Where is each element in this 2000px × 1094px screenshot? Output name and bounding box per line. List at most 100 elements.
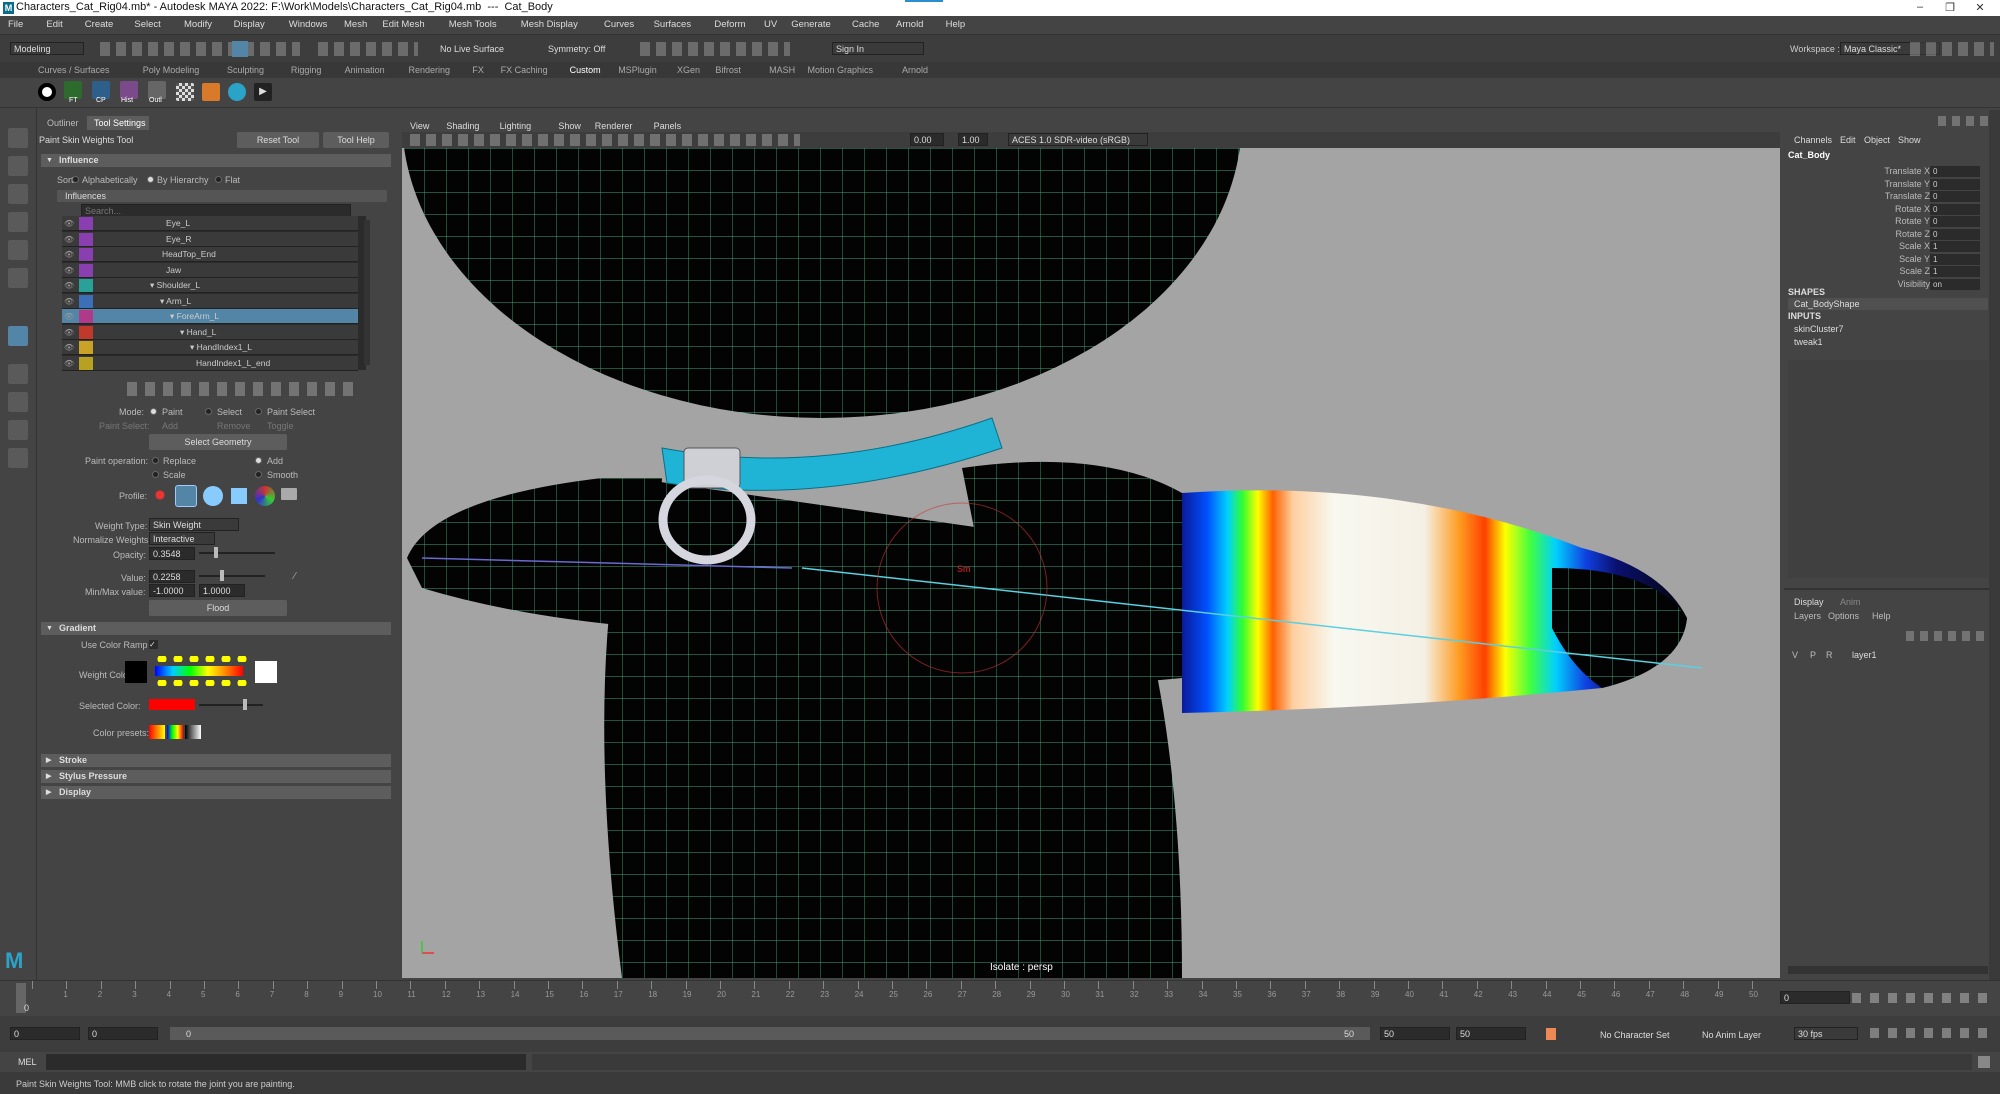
cb-input-tweak[interactable]: tweak1 xyxy=(1794,337,1823,347)
render-icon[interactable] xyxy=(202,83,220,101)
paint-select-icon[interactable] xyxy=(8,184,28,204)
menu-windows[interactable]: Windows xyxy=(289,19,328,30)
influence-row[interactable]: 👁 Eye_L xyxy=(62,216,358,231)
cb-attr-value[interactable]: 0 xyxy=(1930,178,1980,190)
sort-alpha-radio[interactable] xyxy=(72,176,79,183)
range-slider-bar[interactable] xyxy=(170,1027,1370,1040)
viewport-menu-renderer[interactable]: Renderer xyxy=(595,121,633,131)
layer-tab-anim[interactable]: Anim xyxy=(1840,597,1861,607)
time-ticks[interactable]: 1 2 3 4 5 6 7 8 9 10 11 12 13 14 15 16 17 18 19 20 21 22 23 24 2… xyxy=(24,981,1758,1015)
checker-icon[interactable] xyxy=(176,83,194,101)
layer-menu-layers[interactable]: Layers xyxy=(1794,611,1821,621)
stroke-header[interactable]: Stroke xyxy=(41,754,391,767)
tab-outliner[interactable]: Outliner xyxy=(47,118,79,128)
script-editor-icon[interactable] xyxy=(1978,1056,1990,1068)
cb-attr-label[interactable]: Scale Z xyxy=(1899,266,1930,276)
cb-attr-label[interactable]: Visibility xyxy=(1898,279,1930,289)
menu-display[interactable]: Display xyxy=(234,19,265,30)
menu-help[interactable]: Help xyxy=(946,19,966,30)
side-tabs[interactable] xyxy=(1989,110,2000,980)
shelf-tab-rigging[interactable]: Rigging xyxy=(291,65,322,75)
sphere-icon[interactable] xyxy=(228,83,246,101)
range-end2-field[interactable]: 50 xyxy=(1456,1027,1526,1040)
lasso-tool-icon[interactable] xyxy=(8,156,28,176)
cb-attr-label[interactable]: Translate Z xyxy=(1885,191,1930,201)
layout-split-icon[interactable] xyxy=(8,420,28,440)
cb-attr-value[interactable]: 1 xyxy=(1930,266,1980,277)
mel-label[interactable]: MEL xyxy=(18,1057,37,1067)
influence-color-swatch[interactable] xyxy=(79,341,93,354)
mode-paint-select-radio[interactable] xyxy=(255,408,262,415)
influence-scrollbar[interactable] xyxy=(364,220,370,365)
layer-scrollbar[interactable] xyxy=(1788,966,1988,974)
layout-four-icon[interactable] xyxy=(8,392,28,412)
profile-image-icon[interactable] xyxy=(255,486,275,506)
cb-input-skincluster[interactable]: skinCluster7 xyxy=(1794,324,1844,334)
sort-flat-radio[interactable] xyxy=(215,176,222,183)
playback-controls[interactable] xyxy=(1852,993,1996,1003)
range-start-field[interactable]: 0 xyxy=(10,1027,80,1040)
menu-curves[interactable]: Curves xyxy=(604,19,634,30)
op-smooth-radio[interactable] xyxy=(255,471,262,478)
layer-name[interactable]: layer1 xyxy=(1852,650,1877,660)
display-header[interactable]: Display xyxy=(41,786,391,799)
range-icons[interactable] xyxy=(1870,1028,1994,1038)
influence-row[interactable]: 👁 Eye_R xyxy=(62,231,358,247)
menu-cache[interactable]: Cache xyxy=(852,19,879,30)
eye-icon[interactable]: 👁 xyxy=(64,312,74,321)
cb-attr-label[interactable]: Rotate Y xyxy=(1895,216,1930,226)
influence-row[interactable]: 👁 ▾ Shoulder_L xyxy=(62,278,358,293)
menu-file[interactable]: File xyxy=(8,19,23,30)
play-icon[interactable]: ▶ xyxy=(254,83,272,101)
layer-visible-flag[interactable]: V xyxy=(1792,650,1798,660)
minimize-icon[interactable]: – xyxy=(1905,1,1935,13)
influence-color-swatch[interactable] xyxy=(79,325,93,339)
menu-deform[interactable]: Deform xyxy=(714,19,745,30)
mel-input[interactable] xyxy=(46,1054,526,1070)
viewport-menu-panels[interactable]: Panels xyxy=(654,121,682,131)
influence-color-swatch[interactable] xyxy=(79,279,93,292)
eye-icon[interactable]: 👁 xyxy=(64,250,74,259)
tool-help-button[interactable]: Tool Help xyxy=(323,132,389,148)
influence-color-swatch[interactable] xyxy=(79,232,93,246)
profile-solid-icon[interactable] xyxy=(203,486,223,506)
profile-square-icon[interactable] xyxy=(231,488,247,504)
symmetry-dropdown[interactable]: Symmetry: Off xyxy=(548,44,605,54)
anim-layer-dropdown[interactable]: No Anim Layer xyxy=(1702,1030,1761,1040)
shelf-tab-sculpting[interactable]: Sculpting xyxy=(227,65,264,75)
op-replace-radio[interactable] xyxy=(152,457,159,464)
influence-color-swatch[interactable] xyxy=(79,263,93,277)
sort-hierarchy-radio[interactable] xyxy=(147,176,154,183)
viewport-menu-show[interactable]: Show xyxy=(558,121,581,131)
current-frame-field[interactable]: 0 xyxy=(1780,991,1850,1004)
paint-weights-tool-icon[interactable] xyxy=(8,326,28,346)
op-add-radio[interactable] xyxy=(255,457,262,464)
paint-circle-icon[interactable] xyxy=(38,83,56,101)
cb-attr-label[interactable]: Scale Y xyxy=(1899,254,1930,264)
menu-surfaces[interactable]: Surfaces xyxy=(654,19,692,30)
cb-shape-name[interactable]: Cat_BodyShape xyxy=(1794,299,1860,309)
eye-icon[interactable]: 👁 xyxy=(64,281,74,290)
menu-generate[interactable]: Generate xyxy=(791,19,831,30)
viewport-tool-icons[interactable] xyxy=(410,134,800,146)
profile-soft-icon[interactable] xyxy=(175,485,197,507)
outliner-layout-icon[interactable] xyxy=(8,448,28,468)
eye-icon[interactable]: 👁 xyxy=(64,235,74,244)
shelf-tab-custom[interactable]: Custom xyxy=(570,65,601,75)
mode-dropdown[interactable]: Modeling xyxy=(10,42,84,55)
move-tool-icon[interactable] xyxy=(8,212,28,232)
cb-attr-value[interactable]: 0 xyxy=(1930,228,1980,240)
use-color-ramp-checkbox[interactable]: ✓ xyxy=(149,640,158,649)
max-field[interactable]: 1.0000 xyxy=(199,584,245,597)
viewport-value-1[interactable]: 0.00 xyxy=(910,133,944,146)
normalize-dropdown[interactable]: Interactive xyxy=(149,532,215,545)
cb-attr-label[interactable]: Rotate Z xyxy=(1895,229,1930,239)
weight-white-swatch[interactable] xyxy=(255,661,277,683)
cb-menu-object[interactable]: Object xyxy=(1864,135,1890,145)
influence-tool-icons[interactable] xyxy=(127,382,357,396)
layer-menu-help[interactable]: Help xyxy=(1872,611,1891,621)
preset-1-swatch[interactable] xyxy=(149,725,165,739)
influence-color-swatch[interactable] xyxy=(79,217,93,230)
selected-color-swatch[interactable] xyxy=(149,699,195,710)
mode-paint-radio[interactable] xyxy=(150,408,157,415)
